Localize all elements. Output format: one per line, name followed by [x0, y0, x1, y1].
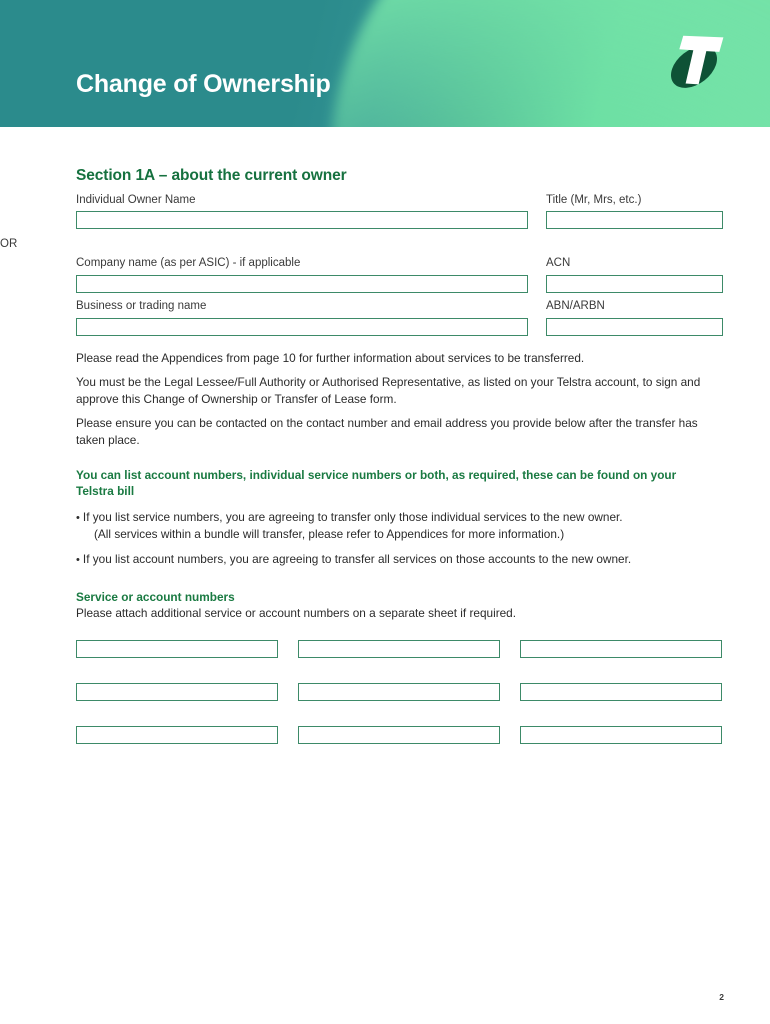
input-service-number-8[interactable] [298, 726, 500, 744]
input-company-name[interactable] [76, 275, 528, 293]
input-service-number-9[interactable] [520, 726, 722, 744]
bullet-service-numbers-subtext: (All services within a bundle will trans… [94, 527, 565, 541]
paragraph-appendices: Please read the Appendices from page 10 … [76, 351, 585, 365]
label-title: Title (Mr, Mrs, etc.) [546, 194, 642, 206]
page-title: Change of Ownership [76, 70, 331, 98]
service-numbers-note: Please attach additional service or acco… [76, 606, 517, 620]
input-service-number-6[interactable] [520, 683, 722, 701]
input-service-number-7[interactable] [76, 726, 278, 744]
input-service-number-3[interactable] [520, 640, 722, 658]
bullet-service-numbers-text: If you list service numbers, you are agr… [82, 510, 623, 524]
bullet-service-numbers: • If you list service numbers, you are a… [76, 509, 745, 542]
label-business-trading-name: Business or trading name [76, 300, 207, 312]
label-individual-owner-name: Individual Owner Name [76, 194, 196, 206]
or-separator-label: OR [0, 238, 18, 250]
telstra-logo [670, 35, 724, 88]
label-company-name: Company name (as per ASIC) - if applicab… [76, 257, 301, 269]
paragraph-authority: You must be the Legal Lessee/Full Author… [76, 375, 701, 406]
bullet-account-numbers: • If you list account numbers, you are a… [76, 551, 745, 568]
section-heading: Section 1A – about the current owner [76, 167, 347, 184]
input-service-number-2[interactable] [298, 640, 500, 658]
input-individual-owner-name[interactable] [76, 211, 528, 229]
input-title[interactable] [546, 211, 723, 229]
paragraph-contact: Please ensure you can be contacted on th… [76, 416, 698, 447]
bullet-dot-icon: • [76, 554, 83, 566]
label-abn-arbn: ABN/ARBN [546, 300, 605, 312]
bullet-account-numbers-text: If you list account numbers, you are agr… [82, 552, 632, 566]
input-service-number-5[interactable] [298, 683, 500, 701]
page-number: 2 [719, 992, 724, 1002]
bullet-dot-icon: • [76, 512, 83, 524]
service-numbers-heading: Service or account numbers [76, 590, 235, 604]
input-service-number-4[interactable] [76, 683, 278, 701]
input-acn[interactable] [546, 275, 723, 293]
notice-list-numbers: You can list account numbers, individual… [76, 468, 677, 498]
document-page: Change of Ownership Section 1A – about t… [0, 0, 770, 1024]
label-acn: ACN [546, 257, 571, 269]
page-header-banner: Change of Ownership [0, 0, 770, 127]
input-abn-arbn[interactable] [546, 318, 723, 336]
input-business-trading-name[interactable] [76, 318, 528, 336]
input-service-number-1[interactable] [76, 640, 278, 658]
